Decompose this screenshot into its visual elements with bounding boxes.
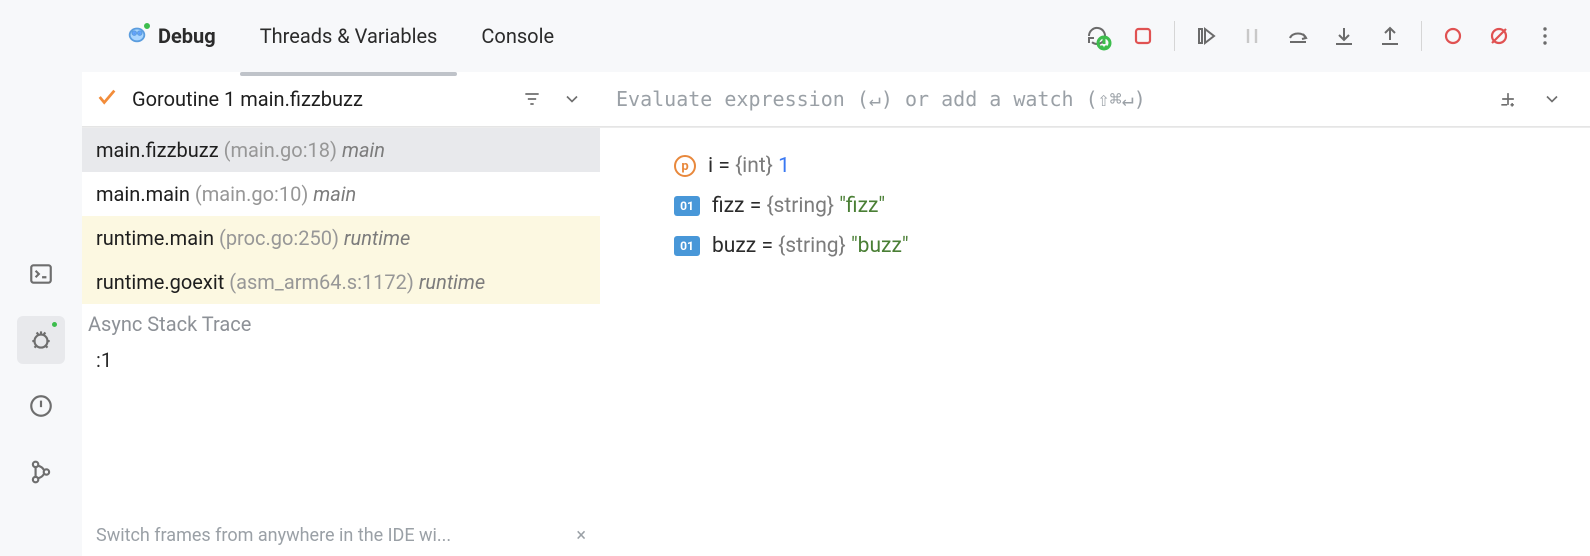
stop-icon[interactable] — [1122, 15, 1164, 57]
dropdown-icon[interactable] — [554, 81, 590, 117]
filter-icon[interactable] — [514, 81, 550, 117]
frames-panel: main.fizzbuzz (main.go:18) main main.mai… — [82, 128, 600, 556]
watch-placeholder: Evaluate expression (↵) or add a watch (… — [616, 87, 1146, 111]
stack-frame[interactable]: runtime.main (proc.go:250) runtime — [82, 216, 600, 260]
checkmark-icon — [96, 86, 118, 112]
goroutine-label: Goroutine 1 main.fizzbuzz — [132, 87, 363, 111]
async-stack-row[interactable]: :1 — [82, 340, 600, 380]
tab-threads-label: Threads & Variables — [260, 24, 438, 48]
gopher-icon — [126, 23, 148, 50]
variable-row[interactable]: 01 fizz = {string} "fizz" — [674, 186, 1590, 226]
tab-console[interactable]: Console — [461, 0, 574, 72]
evaluate-expression-input[interactable]: Evaluate expression (↵) or add a watch (… — [600, 72, 1590, 127]
view-breakpoints-icon[interactable] — [1432, 15, 1474, 57]
stack-frame[interactable]: main.main (main.go:10) main — [82, 172, 600, 216]
pause-icon[interactable] — [1231, 15, 1273, 57]
close-icon[interactable]: × — [576, 525, 586, 546]
step-over-icon[interactable] — [1277, 15, 1319, 57]
step-out-icon[interactable] — [1369, 15, 1411, 57]
stack-frame[interactable]: main.fizzbuzz (main.go:18) main — [82, 128, 600, 172]
add-watch-icon[interactable] — [1490, 81, 1526, 117]
stack-frame[interactable]: runtime.goexit (asm_arm64.s:1172) runtim… — [82, 260, 600, 304]
string-badge-icon: 01 — [674, 236, 700, 256]
variable-row[interactable]: 01 buzz = {string} "buzz" — [674, 226, 1590, 266]
problems-tool-icon[interactable] — [17, 382, 65, 430]
tab-threads-variables[interactable]: Threads & Variables — [240, 0, 458, 72]
hint-banner: Switch frames from anywhere in the IDE w… — [96, 525, 586, 546]
watch-dropdown-icon[interactable] — [1534, 81, 1570, 117]
mute-breakpoints-icon[interactable] — [1478, 15, 1520, 57]
variables-panel: p i = {int} 1 01 fizz = {string} "fizz" … — [600, 128, 1590, 556]
tab-debug[interactable]: Debug — [118, 0, 236, 72]
resume-icon[interactable] — [1185, 15, 1227, 57]
step-into-icon[interactable] — [1323, 15, 1365, 57]
variable-row[interactable]: p i = {int} 1 — [674, 146, 1590, 186]
tab-console-label: Console — [481, 24, 554, 48]
tab-debug-label: Debug — [158, 24, 216, 48]
rerun-icon[interactable] — [1076, 15, 1118, 57]
string-badge-icon: 01 — [674, 196, 700, 216]
param-badge-icon: p — [674, 155, 696, 177]
goroutine-selector[interactable]: Goroutine 1 main.fizzbuzz — [82, 72, 600, 127]
vcs-tool-icon[interactable] — [17, 448, 65, 496]
terminal-tool-icon[interactable] — [17, 250, 65, 298]
more-actions-icon[interactable] — [1524, 15, 1566, 57]
async-stack-header: Async Stack Trace — [82, 304, 600, 340]
debug-tool-icon[interactable] — [17, 316, 65, 364]
